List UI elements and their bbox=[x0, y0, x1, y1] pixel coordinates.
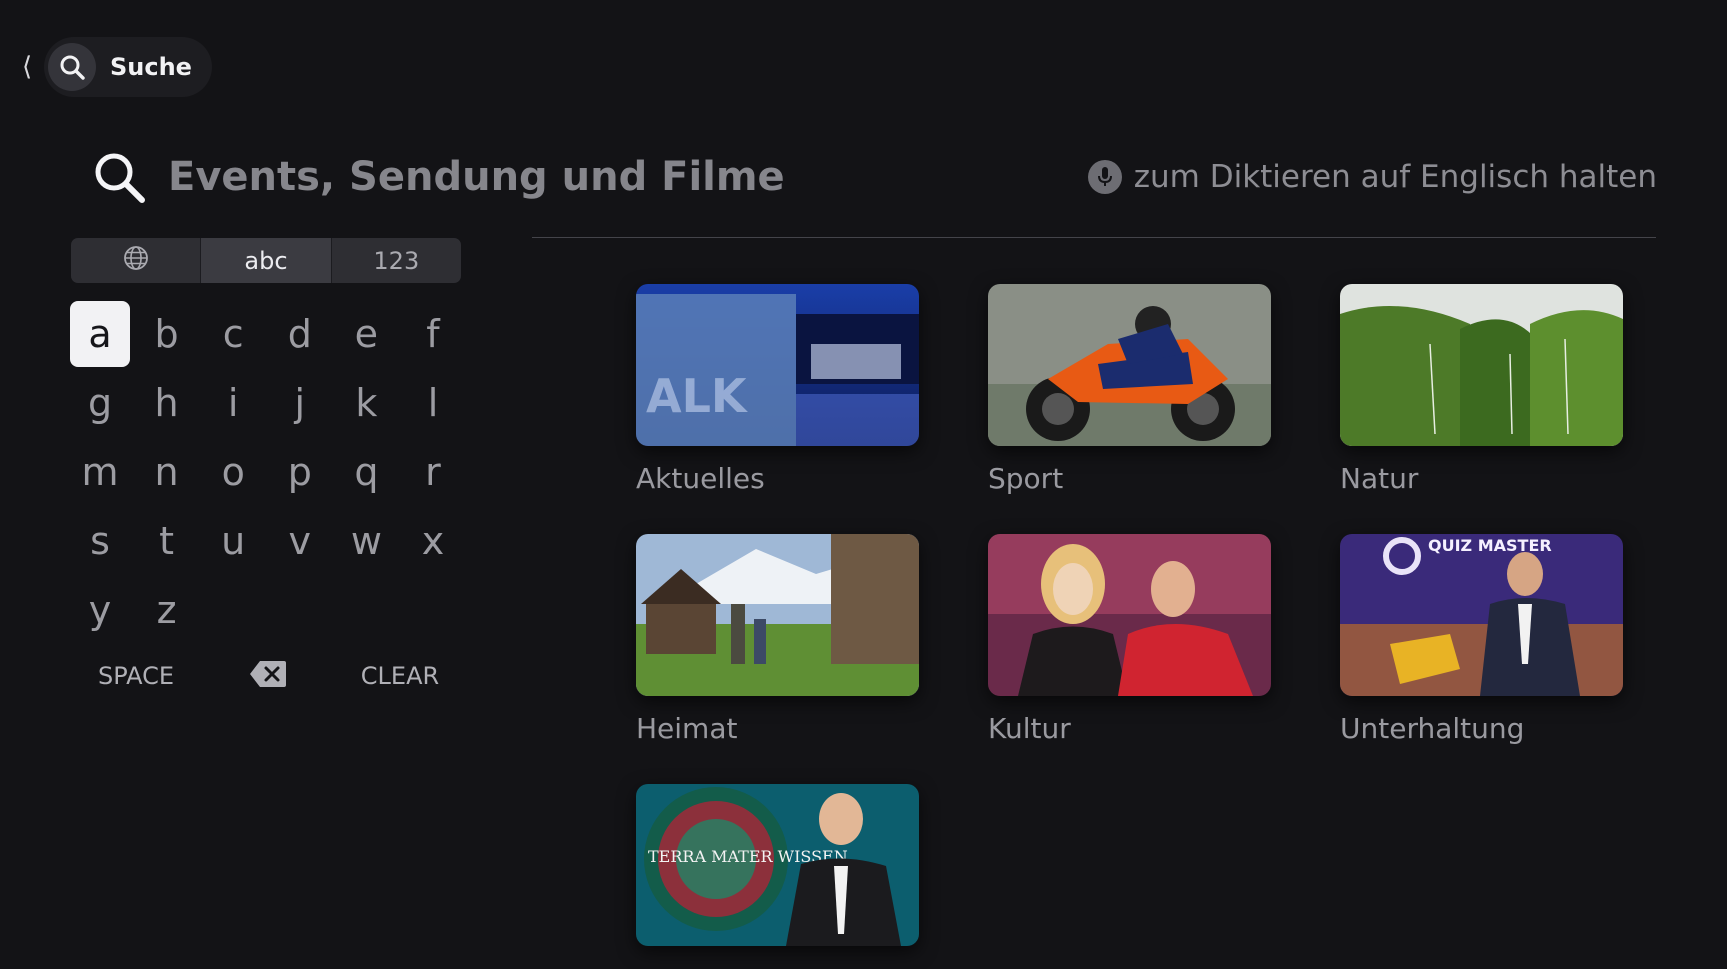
key-m[interactable]: m bbox=[70, 439, 130, 505]
search-icon bbox=[92, 150, 146, 204]
top-bar: ⟨ Suche bbox=[22, 36, 212, 98]
key-v[interactable]: v bbox=[270, 508, 330, 574]
backspace-key[interactable] bbox=[202, 659, 334, 693]
key-w[interactable]: w bbox=[336, 508, 396, 574]
key-n[interactable]: n bbox=[137, 439, 197, 505]
key-a[interactable]: a bbox=[70, 301, 130, 367]
search-tab-button[interactable]: Suche bbox=[44, 37, 212, 97]
key-k[interactable]: k bbox=[336, 370, 396, 436]
key-p[interactable]: p bbox=[270, 439, 330, 505]
key-c[interactable]: c bbox=[203, 301, 263, 367]
search-icon bbox=[48, 43, 96, 91]
key-o[interactable]: o bbox=[203, 439, 263, 505]
key-z[interactable]: z bbox=[137, 577, 197, 643]
search-placeholder: Events, Sendung und Filme bbox=[168, 154, 785, 200]
key-s[interactable]: s bbox=[70, 508, 130, 574]
category-tile-unterhaltung[interactable]: QUIZ MASTER Unterhaltung bbox=[1340, 534, 1623, 745]
key-f[interactable]: f bbox=[403, 301, 463, 367]
alpine-farm-image bbox=[636, 534, 919, 696]
key-h[interactable]: h bbox=[137, 370, 197, 436]
backspace-icon bbox=[248, 659, 288, 693]
key-u[interactable]: u bbox=[203, 508, 263, 574]
key-t[interactable]: t bbox=[137, 508, 197, 574]
key-b[interactable]: b bbox=[137, 301, 197, 367]
category-tile-natur[interactable]: Natur bbox=[1340, 284, 1623, 495]
key-row: m n o p q r bbox=[70, 439, 470, 508]
globe-icon bbox=[122, 244, 150, 278]
category-tile-kultur[interactable]: Kultur bbox=[988, 534, 1271, 745]
talk-studio-image: ALK bbox=[636, 284, 919, 446]
key-j[interactable]: j bbox=[270, 370, 330, 436]
dictation-hint: zum Diktieren auf Englisch halten bbox=[1087, 159, 1657, 195]
space-key[interactable]: SPACE bbox=[70, 662, 202, 690]
category-label: Unterhaltung bbox=[1340, 712, 1525, 745]
key-row: g h i j k l bbox=[70, 370, 470, 439]
key-g[interactable]: g bbox=[70, 370, 130, 436]
search-tab-label: Suche bbox=[110, 53, 192, 81]
key-row: a b c d e f bbox=[70, 301, 470, 370]
category-label: Sport bbox=[988, 462, 1064, 495]
dictation-hint-text: zum Diktieren auf Englisch halten bbox=[1133, 159, 1657, 195]
clear-key[interactable]: CLEAR bbox=[334, 662, 466, 690]
keyboard-mode-globe[interactable] bbox=[71, 238, 202, 283]
category-label: Natur bbox=[1340, 462, 1419, 495]
search-divider bbox=[532, 237, 1656, 238]
svg-text:ALK: ALK bbox=[646, 369, 749, 423]
key-l[interactable]: l bbox=[403, 370, 463, 436]
microphone-icon bbox=[1087, 160, 1122, 194]
back-chevron-icon[interactable]: ⟨ bbox=[22, 54, 40, 80]
key-row: s t u v w x bbox=[70, 508, 470, 577]
category-tile-wissen[interactable]: TERRA MATER WISSEN bbox=[636, 784, 919, 946]
key-d[interactable]: d bbox=[270, 301, 330, 367]
key-row: y z bbox=[70, 577, 470, 646]
key-e[interactable]: e bbox=[336, 301, 396, 367]
quiz-master-logo: QUIZ MASTER bbox=[1428, 536, 1552, 555]
category-label: Heimat bbox=[636, 712, 738, 745]
key-y[interactable]: y bbox=[70, 577, 130, 643]
category-tile-aktuelles[interactable]: ALK Aktuelles bbox=[636, 284, 919, 495]
search-field[interactable]: Events, Sendung und Filme zum Diktieren … bbox=[92, 148, 1657, 206]
category-label: Aktuelles bbox=[636, 462, 765, 495]
presenters-image bbox=[988, 534, 1271, 696]
keyboard-actions: SPACE CLEAR bbox=[70, 652, 470, 700]
key-i[interactable]: i bbox=[203, 370, 263, 436]
category-label: Kultur bbox=[988, 712, 1071, 745]
key-q[interactable]: q bbox=[336, 439, 396, 505]
category-tile-sport[interactable]: Sport bbox=[988, 284, 1271, 495]
motorcycle-image bbox=[988, 284, 1271, 446]
terra-mater-wissen-image: TERRA MATER WISSEN bbox=[636, 784, 919, 946]
key-r[interactable]: r bbox=[403, 439, 463, 505]
keyboard-mode-123[interactable]: 123 bbox=[332, 238, 461, 283]
keyboard-mode-switch: abc 123 bbox=[71, 238, 461, 283]
green-mountains-image bbox=[1340, 284, 1623, 446]
quiz-master-image: QUIZ MASTER bbox=[1340, 534, 1623, 696]
category-tile-heimat[interactable]: Heimat bbox=[636, 534, 919, 745]
key-x[interactable]: x bbox=[403, 508, 463, 574]
keyboard-mode-abc[interactable]: abc bbox=[201, 238, 332, 283]
letter-keyboard: a b c d e f g h i j k l m n o p q r s t … bbox=[70, 301, 470, 646]
